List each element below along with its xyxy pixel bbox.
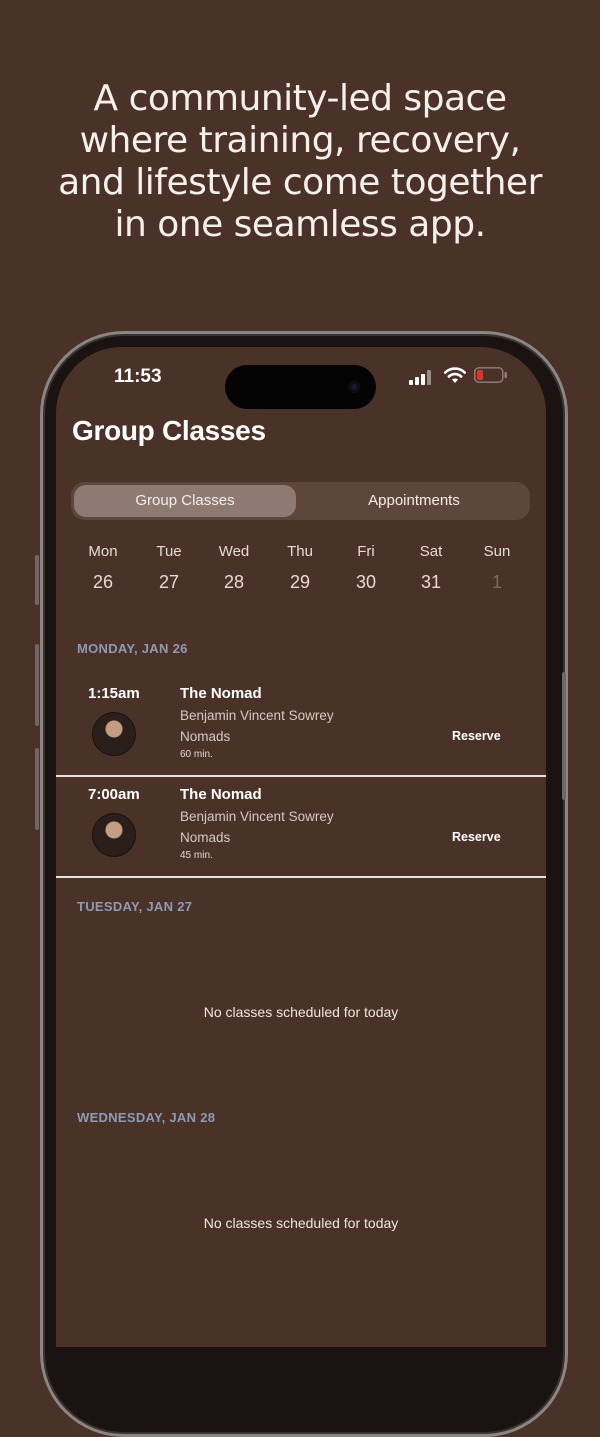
empty-state-text: No classes scheduled for today bbox=[203, 1215, 399, 1231]
day-sun[interactable]: Sun 1 bbox=[464, 543, 530, 593]
class-type-segmented-control: Group Classes Appointments bbox=[71, 482, 530, 520]
app-screen: 11:53 Group Classes Group Classes Appoin… bbox=[56, 347, 546, 1347]
week-day-picker: Mon 26 Tue 27 Wed 28 Thu 29 Fri 30 Sat 3… bbox=[70, 543, 532, 603]
class-row[interactable]: 7:00am The Nomad Benjamin Vincent Sowrey… bbox=[56, 772, 546, 873]
class-duration: 45 min. bbox=[180, 850, 213, 861]
headline-line-3: and lifestyle come together bbox=[58, 162, 542, 203]
day-name: Tue bbox=[156, 543, 182, 560]
day-sat[interactable]: Sat 31 bbox=[398, 543, 464, 593]
day-name: Sun bbox=[483, 543, 511, 560]
day-date: 1 bbox=[491, 572, 502, 592]
day-thu[interactable]: Thu 29 bbox=[267, 543, 333, 593]
day-date: 26 bbox=[92, 572, 114, 592]
day-name: Sat bbox=[419, 543, 443, 560]
section-header-tuesday: TUESDAY, JAN 27 bbox=[77, 899, 193, 914]
day-date: 29 bbox=[289, 572, 311, 592]
headline-line-1: A community-led space bbox=[93, 78, 508, 119]
day-mon[interactable]: Mon 26 bbox=[70, 543, 136, 593]
row-divider bbox=[56, 876, 546, 878]
day-date: 31 bbox=[420, 572, 442, 592]
class-time: 7:00am bbox=[88, 786, 140, 803]
page-title: Group Classes bbox=[72, 415, 266, 446]
battery-low-icon bbox=[474, 367, 507, 383]
day-name: Fri bbox=[357, 543, 375, 560]
headline-line-2: where training, recovery, bbox=[79, 120, 521, 161]
day-date: 30 bbox=[355, 572, 377, 592]
class-instructor: Benjamin Vincent Sowrey bbox=[180, 809, 334, 824]
cellular-signal-icon bbox=[409, 369, 435, 385]
reserve-button[interactable]: Reserve bbox=[452, 830, 501, 844]
headline-line-4: in one seamless app. bbox=[114, 204, 486, 245]
tab-group-classes[interactable]: Group Classes bbox=[74, 485, 296, 517]
class-location: Nomads bbox=[180, 830, 231, 845]
section-header-wednesday: WEDNESDAY, JAN 28 bbox=[77, 1110, 216, 1125]
class-row[interactable]: 1:15am The Nomad Benjamin Vincent Sowrey… bbox=[56, 671, 546, 772]
day-name: Thu bbox=[287, 543, 313, 560]
marketing-headline: A community-led space where training, re… bbox=[0, 78, 600, 246]
class-time: 1:15am bbox=[88, 685, 140, 702]
tab-appointments[interactable]: Appointments bbox=[301, 485, 527, 517]
phone-volume-up-button bbox=[35, 644, 39, 726]
wifi-icon bbox=[443, 367, 467, 383]
class-title: The Nomad bbox=[180, 786, 262, 803]
day-date: 27 bbox=[158, 572, 180, 592]
dynamic-island bbox=[225, 365, 376, 409]
phone-power-button bbox=[562, 672, 566, 800]
phone-volume-down-button bbox=[35, 748, 39, 830]
instructor-avatar bbox=[92, 813, 136, 857]
empty-state-text: No classes scheduled for today bbox=[203, 1004, 399, 1020]
day-fri[interactable]: Fri 30 bbox=[333, 543, 399, 593]
day-name: Mon bbox=[88, 543, 118, 560]
status-bar: 11:53 bbox=[56, 347, 546, 409]
class-duration: 60 min. bbox=[180, 749, 213, 760]
phone-action-button bbox=[35, 555, 39, 605]
day-name: Wed bbox=[218, 543, 250, 560]
class-title: The Nomad bbox=[180, 685, 262, 702]
day-wed[interactable]: Wed 28 bbox=[201, 543, 267, 593]
section-header-monday: MONDAY, JAN 26 bbox=[77, 641, 188, 656]
class-instructor: Benjamin Vincent Sowrey bbox=[180, 708, 334, 723]
reserve-button[interactable]: Reserve bbox=[452, 729, 501, 743]
class-location: Nomads bbox=[180, 729, 231, 744]
camera-icon bbox=[348, 381, 360, 393]
instructor-avatar bbox=[92, 712, 136, 756]
status-time: 11:53 bbox=[114, 366, 162, 387]
day-tue[interactable]: Tue 27 bbox=[136, 543, 202, 593]
day-date: 28 bbox=[223, 572, 245, 592]
